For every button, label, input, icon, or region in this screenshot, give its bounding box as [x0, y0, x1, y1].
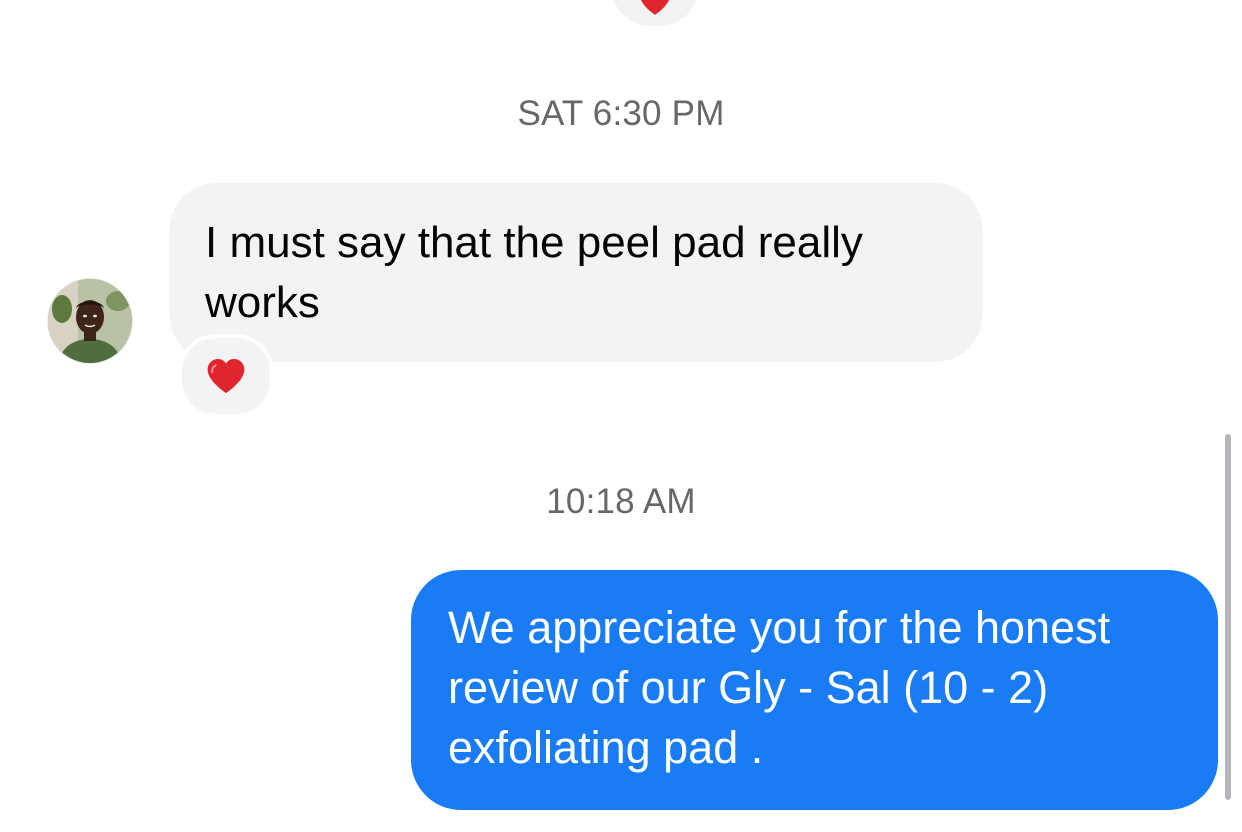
avatar-photo	[48, 279, 132, 363]
incoming-message-text: I must say that the peel pad really work…	[205, 218, 863, 327]
outgoing-message-text: We appreciate you for the honest review …	[448, 602, 1111, 773]
timestamp-divider: 10:18 AM	[546, 482, 696, 521]
message-reaction[interactable]	[178, 334, 274, 418]
previous-message-reaction[interactable]	[612, 0, 698, 26]
timestamp-divider: SAT 6:30 PM	[517, 94, 725, 133]
outgoing-message-bubble[interactable]: We appreciate you for the honest review …	[411, 570, 1218, 810]
incoming-message-bubble[interactable]: I must say that the peel pad really work…	[169, 183, 983, 362]
heart-icon	[641, 0, 669, 15]
scrollbar[interactable]	[1225, 434, 1231, 800]
heart-icon	[207, 358, 245, 394]
message-thread: SAT 6:30 PM I must say that the peel pad…	[0, 0, 1242, 832]
avatar[interactable]	[48, 279, 132, 363]
